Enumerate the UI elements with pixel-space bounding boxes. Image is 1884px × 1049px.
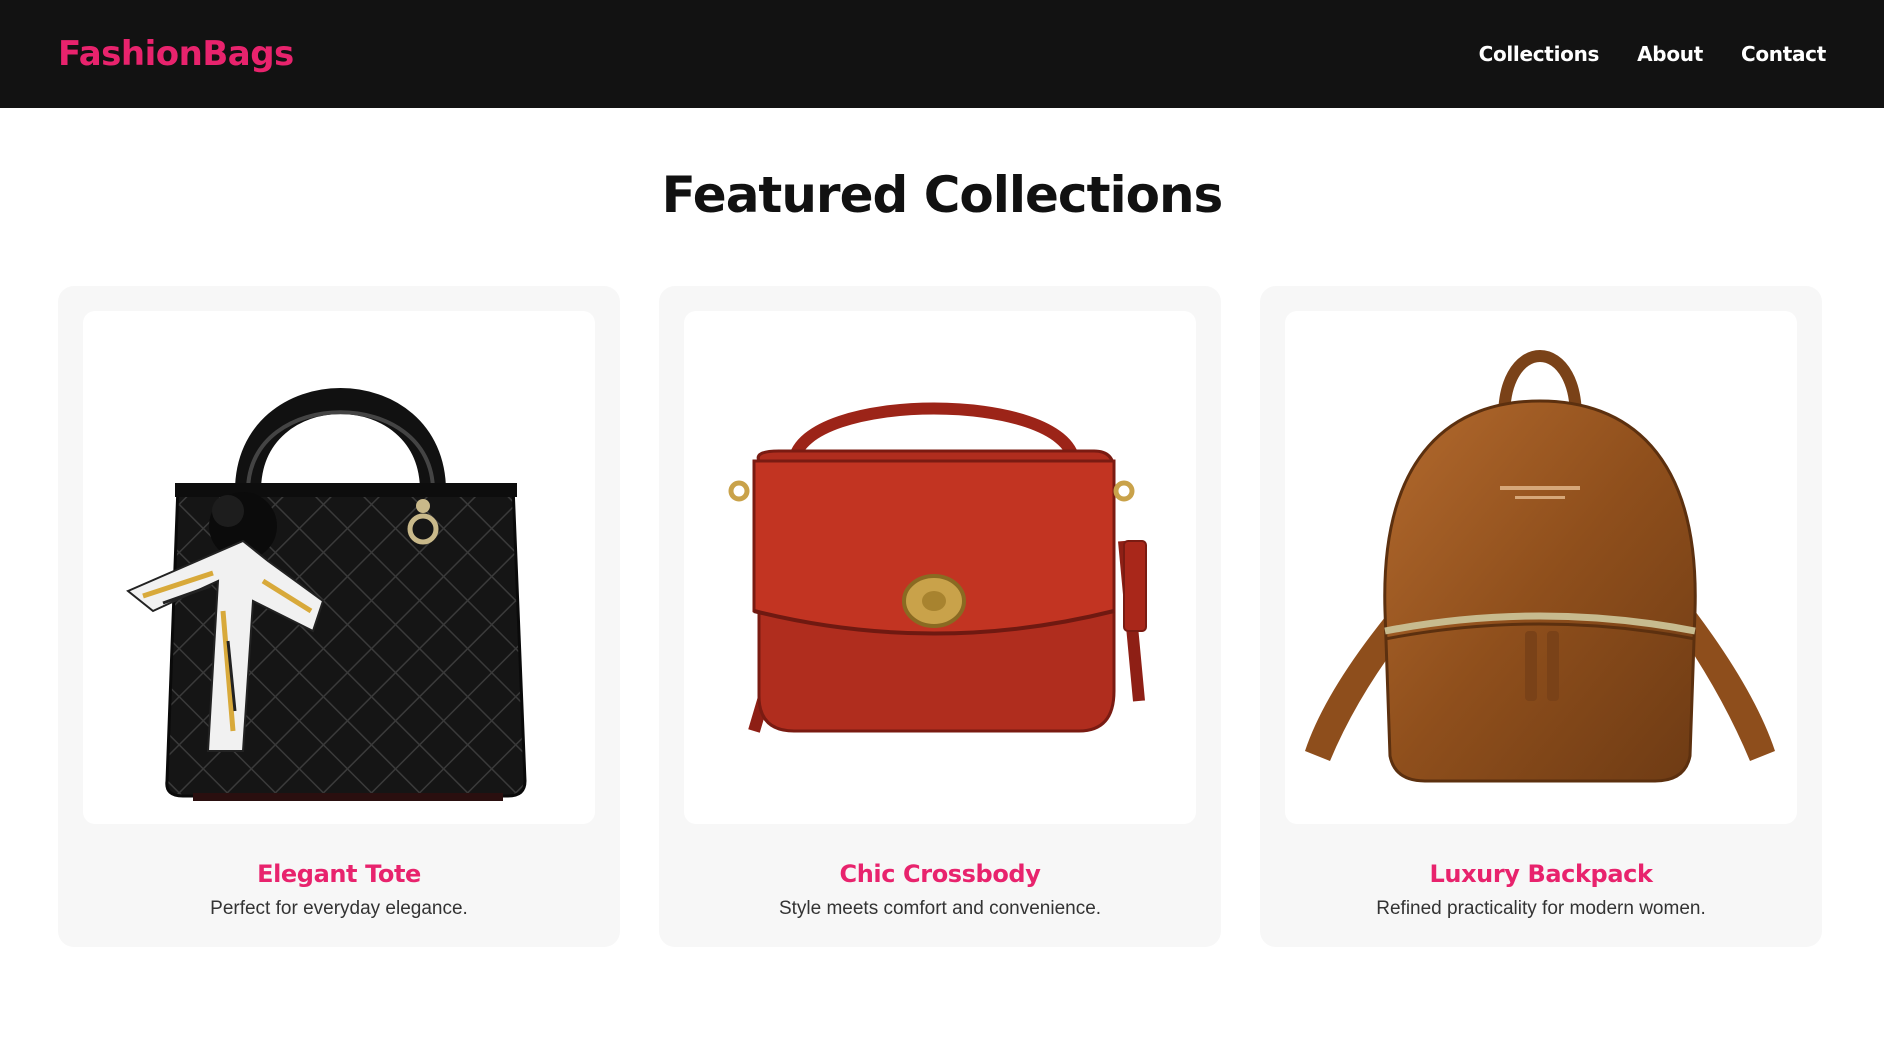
brand-logo[interactable]: FashionBags [58,34,294,74]
collection-title: Chic Crossbody [839,860,1041,888]
collection-card-luxury-backpack[interactable]: Luxury Backpack Refined practicality for… [1260,286,1822,947]
nav-link-about[interactable]: About [1637,42,1703,66]
collection-card-chic-crossbody[interactable]: Chic Crossbody Style meets comfort and c… [659,286,1221,947]
nav-link-collections[interactable]: Collections [1479,42,1600,66]
page-title: Featured Collections [661,166,1224,224]
black-quilted-handbag-image [83,311,595,824]
collection-card-elegant-tote[interactable]: Elegant Tote Perfect for everyday elegan… [58,286,620,947]
collection-title: Elegant Tote [257,860,421,888]
collection-description: Style meets comfort and convenience. [778,898,1102,919]
nav-link-contact[interactable]: Contact [1741,42,1826,66]
nav-menu: Collections About Contact [1479,42,1827,66]
collection-description: Perfect for everyday elegance. [210,898,468,919]
red-crossbody-bag-image [684,311,1196,824]
collection-description: Refined practicality for modern women. [1376,898,1706,919]
navbar: FashionBags Collections About Contact [0,0,1884,108]
collection-title: Luxury Backpack [1429,860,1653,888]
brown-leather-backpack-image [1285,311,1797,824]
collections-grid: Elegant Tote Perfect for everyday elegan… [58,286,1822,947]
